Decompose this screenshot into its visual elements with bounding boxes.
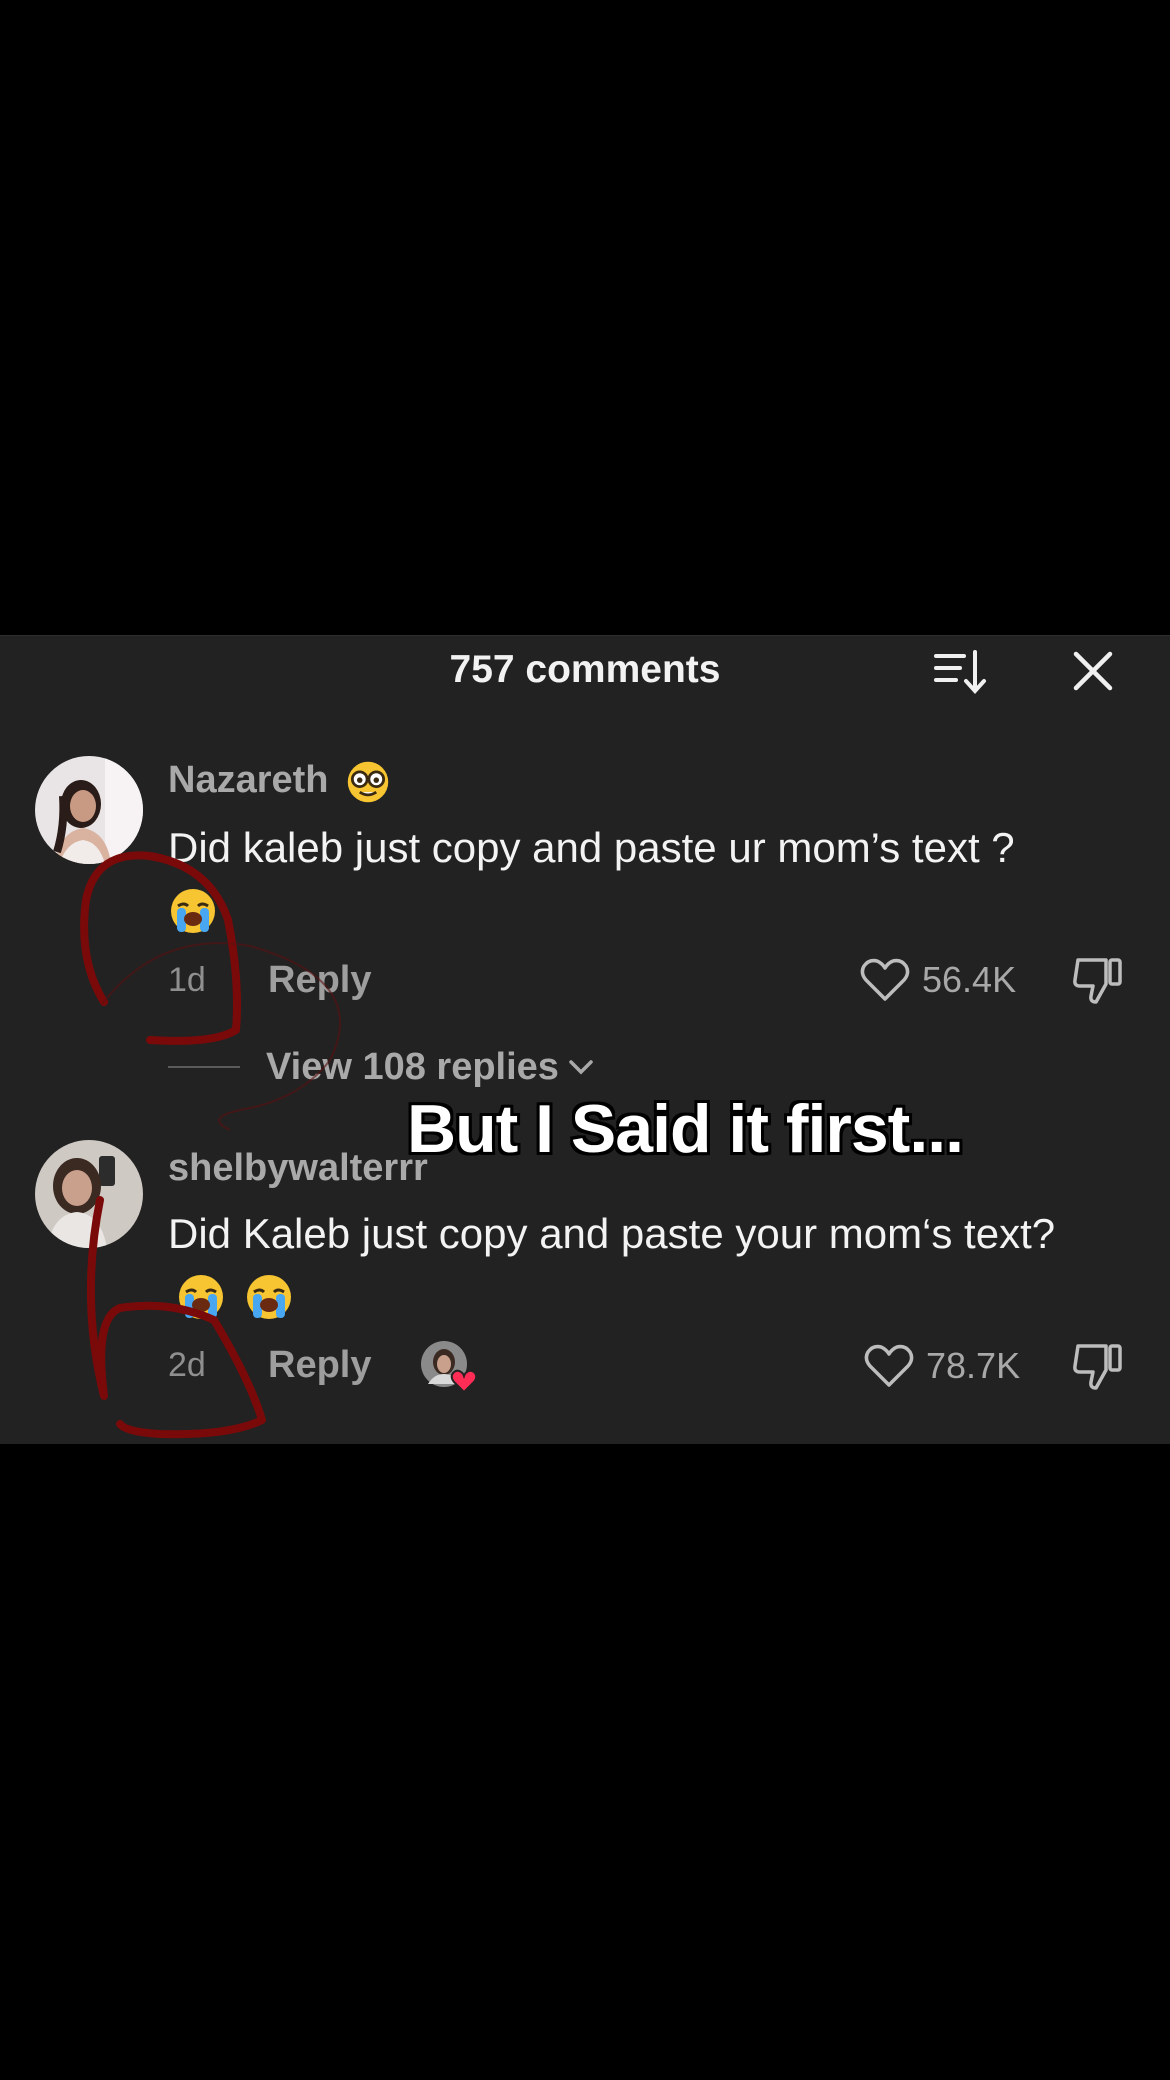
loudly-crying-face-emoji	[179, 1274, 223, 1319]
view-replies-label: View 108 replies	[266, 1045, 559, 1088]
avatar[interactable]	[35, 756, 143, 864]
heart-icon	[860, 958, 910, 1001]
dislike-button[interactable]	[1070, 1338, 1126, 1394]
video-caption-overlay: But I Said it first...	[406, 1091, 964, 1167]
dislike-button[interactable]	[1070, 952, 1126, 1008]
like-button[interactable]: 56.4K	[860, 954, 1016, 1006]
reply-button[interactable]: Reply	[268, 1343, 371, 1387]
comment-username[interactable]: Nazareth	[168, 758, 391, 805]
comments-count-title: 757 comments	[449, 648, 721, 691]
loudly-crying-face-emoji	[171, 888, 215, 933]
reply-button[interactable]: Reply	[268, 958, 371, 1002]
heart-icon	[864, 1344, 914, 1387]
close-icon	[1073, 651, 1113, 691]
view-replies-button[interactable]: View 108 replies	[168, 1043, 595, 1091]
nerd-face-emoji	[347, 761, 389, 803]
creator-avatar-with-heart-icon	[421, 1341, 478, 1394]
close-button[interactable]	[1068, 648, 1118, 696]
thumbs-down-icon	[1073, 958, 1122, 1004]
creator-liked-badge	[420, 1340, 478, 1394]
like-count: 78.7K	[926, 1345, 1021, 1386]
sort-button[interactable]	[930, 648, 990, 696]
comment-text: Did kaleb just copy and paste ur mom’s t…	[168, 818, 1168, 938]
chevron-down-icon	[569, 1060, 593, 1075]
avatar-photo	[35, 756, 143, 864]
like-count: 56.4K	[922, 959, 1017, 1000]
comment-text: Did Kaleb just copy and paste your mom‘s…	[168, 1204, 1088, 1324]
sort-icon	[934, 650, 986, 694]
username-text: Nazareth	[168, 759, 329, 801]
loudly-crying-face-emoji	[246, 1274, 291, 1319]
thumbs-down-icon	[1073, 1344, 1122, 1390]
comment-timestamp: 1d	[168, 961, 206, 999]
divider-line	[168, 1066, 240, 1068]
like-button[interactable]: 78.7K	[864, 1340, 1020, 1392]
comment-timestamp: 2d	[168, 1346, 206, 1384]
